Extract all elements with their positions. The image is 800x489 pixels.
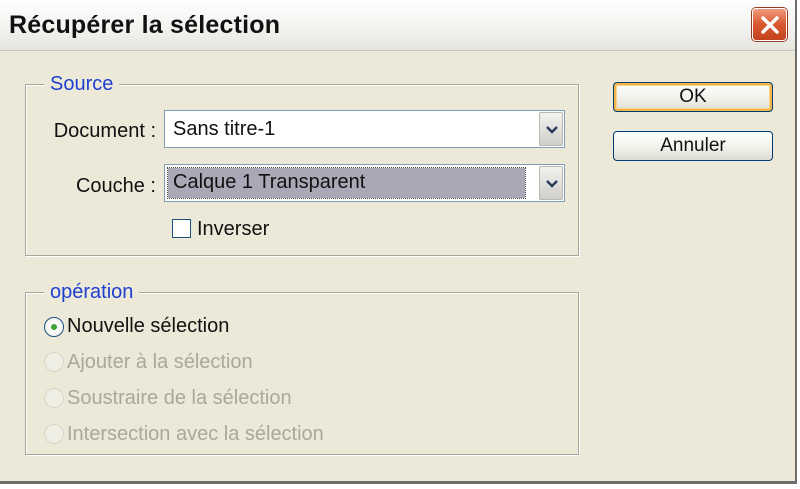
dialog-window: Récupérer la sélection Source Document :… [0, 0, 797, 484]
cancel-button[interactable]: Annuler [613, 131, 773, 161]
radio-new-selection[interactable] [44, 317, 64, 337]
radio-label-intersect-selection: Intersection avec la sélection [67, 423, 324, 445]
document-select[interactable]: Sans titre-1 [164, 110, 565, 148]
close-button[interactable] [752, 8, 787, 41]
layer-dropdown-button[interactable] [539, 166, 563, 200]
chevron-down-icon [546, 126, 558, 134]
close-icon [761, 16, 779, 34]
radio-label-subtract-selection: Soustraire de la sélection [67, 387, 292, 409]
document-select-value: Sans titre-1 [173, 118, 276, 140]
document-dropdown-button[interactable] [539, 112, 563, 146]
layer-select-value: Calque 1 Transparent [167, 167, 526, 199]
ok-button-label: OK [679, 86, 707, 107]
radio-add-selection [44, 352, 64, 372]
radio-label-add-selection: Ajouter à la sélection [67, 351, 253, 373]
dialog-title: Récupérer la sélection [9, 11, 281, 39]
layer-label: Couche : [75, 175, 156, 197]
invert-label[interactable]: Inverser [197, 218, 269, 241]
invert-checkbox[interactable] [172, 219, 191, 238]
ok-button[interactable]: OK [613, 82, 773, 112]
operation-legend: opération [44, 281, 140, 304]
radio-label-new-selection[interactable]: Nouvelle sélection [67, 315, 229, 338]
source-legend: Source [44, 73, 120, 96]
title-bar[interactable]: Récupérer la sélection [0, 0, 795, 51]
radio-intersect-selection [44, 424, 64, 444]
cancel-button-label: Annuler [660, 135, 726, 156]
radio-subtract-selection [44, 388, 64, 408]
chevron-down-icon [546, 180, 558, 188]
layer-select[interactable]: Calque 1 Transparent [164, 164, 565, 202]
document-label: Document : [53, 120, 156, 142]
